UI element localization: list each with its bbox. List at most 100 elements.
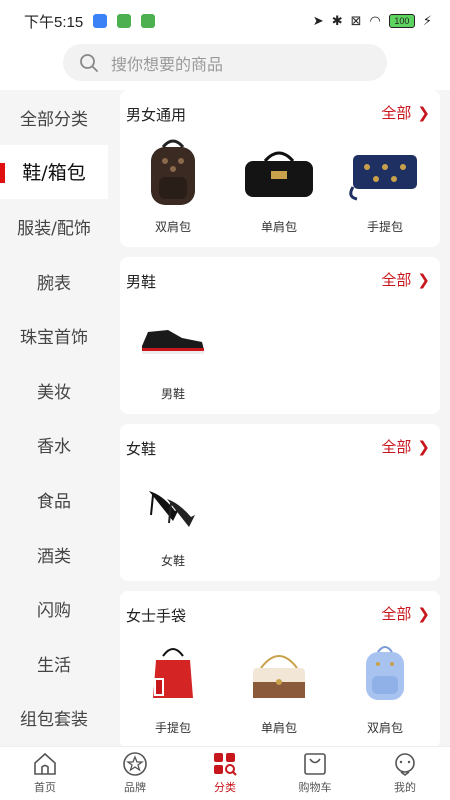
sidebar-item-shoes-bags[interactable]: 鞋/箱包 (0, 144, 108, 200)
view-all-label: 全部 (381, 438, 412, 456)
sidebar-item-jewelry[interactable]: 珠宝首饰 (0, 308, 108, 363)
location-icon: ➤ (312, 13, 324, 29)
item-label: 男鞋 (160, 387, 185, 401)
item-label: 双肩包 (366, 721, 403, 735)
view-all-label: 全部 (381, 271, 412, 289)
bucket-bag-icon (133, 633, 213, 711)
section-title: 女鞋 (126, 440, 157, 458)
bluetooth-icon: ✱ (331, 13, 343, 29)
section-title: 男鞋 (126, 273, 157, 291)
sidebar-item-label: 珠宝首饰 (20, 328, 88, 349)
product-category-item[interactable]: 单肩包 (226, 633, 332, 736)
item-label: 女鞋 (160, 554, 185, 568)
sidebar-item-label: 闪购 (37, 601, 71, 622)
product-category-item[interactable]: 双肩包 (120, 132, 226, 235)
status-right: ➤ ✱ ⊠ ◠ 100 ⚡ (313, 14, 432, 29)
view-all-link[interactable]: 全部 ❯ (381, 603, 430, 624)
sidebar-item-all[interactable]: 全部分类 (0, 90, 108, 145)
category-icon (214, 753, 237, 776)
sim-off-icon: ⊠ (350, 13, 362, 29)
section-card: 女鞋 全部 ❯ 女鞋 (120, 424, 440, 581)
sidebar-item-label: 服装/配饰 (17, 218, 91, 239)
sidebar-item-label: 香水 (37, 437, 71, 458)
backpack-icon (133, 132, 213, 210)
sidebar-item-watches[interactable]: 腕表 (0, 254, 108, 309)
tab-brand[interactable]: 品牌 (90, 747, 180, 800)
product-category-item[interactable]: 男鞋 (120, 299, 226, 402)
view-all-link[interactable]: 全部 ❯ (381, 269, 430, 290)
wifi-icon: ◠ (369, 13, 381, 29)
sidebar-item-clothing[interactable]: 服装/配饰 (0, 199, 108, 254)
tab-label: 首页 (34, 781, 56, 794)
backpack-icon (345, 633, 425, 711)
view-all-label: 全部 (381, 605, 412, 623)
sidebar-item-beauty[interactable]: 美妆 (0, 363, 108, 418)
tab-label: 购物车 (298, 781, 332, 794)
bottom-tab-bar: 首页 品牌 分类 购物车 我的 (0, 746, 450, 800)
tab-label: 品牌 (124, 781, 146, 794)
profile-icon (395, 753, 415, 776)
android-notification-icon (117, 14, 132, 28)
tab-category[interactable]: 分类 (180, 747, 270, 800)
pouch-icon (345, 132, 425, 210)
android-notification-icon (141, 14, 156, 28)
status-bar: 下午5:15 ➤ ✱ ⊠ ◠ 100 ⚡ (0, 0, 450, 42)
view-all-label: 全部 (381, 104, 412, 122)
tab-cart[interactable]: 购物车 (270, 747, 360, 800)
app-notification-icon (93, 14, 108, 28)
sneaker-icon (133, 299, 213, 377)
sidebar-item-label: 食品 (37, 491, 71, 512)
search-icon (80, 53, 98, 72)
item-label: 单肩包 (260, 220, 297, 234)
sidebar-item-label: 生活 (37, 655, 71, 676)
search-placeholder: 搜你想要的商品 (111, 54, 224, 74)
category-sidebar: 全部分类 鞋/箱包 服装/配饰 腕表 珠宝首饰 美妆 香水 食品 酒类 闪购 生… (0, 90, 108, 746)
sidebar-item-label: 组包套装 (20, 710, 88, 731)
home-icon (34, 752, 56, 775)
tab-home[interactable]: 首页 (0, 747, 90, 800)
tab-label: 我的 (394, 781, 416, 794)
category-content: 男女通用 全部 ❯ 双肩包 单肩包 手提包 男鞋 全部 ❯ 男鞋 女鞋 全部 ❯… (108, 90, 450, 746)
item-label: 单肩包 (260, 721, 297, 735)
tab-label: 分类 (214, 781, 236, 794)
duffel-bag-icon (239, 132, 319, 210)
section-title: 男女通用 (126, 106, 187, 124)
sidebar-item-life[interactable]: 生活 (0, 636, 108, 691)
star-icon (123, 752, 147, 776)
product-category-item[interactable]: 女鞋 (120, 466, 226, 569)
product-category-item[interactable]: 手提包 (120, 633, 226, 736)
sidebar-item-perfume[interactable]: 香水 (0, 418, 108, 473)
chevron-right-icon: ❯ (417, 103, 430, 122)
chevron-right-icon: ❯ (417, 604, 430, 623)
cart-icon (304, 753, 326, 775)
battery-icon: 100 (388, 14, 415, 28)
status-time: 下午5:15 (24, 13, 84, 31)
tab-profile[interactable]: 我的 (360, 747, 450, 800)
shoulder-bag-icon (239, 633, 319, 711)
section-card: 女士手袋 全部 ❯ 手提包 单肩包 双肩包 (120, 591, 440, 746)
view-all-link[interactable]: 全部 ❯ (381, 102, 430, 123)
sidebar-item-liquor[interactable]: 酒类 (0, 527, 108, 582)
sidebar-item-label: 腕表 (37, 273, 71, 294)
sidebar-item-flash-sale[interactable]: 闪购 (0, 581, 108, 636)
product-category-item[interactable]: 单肩包 (226, 132, 332, 235)
high-heels-icon (133, 466, 213, 544)
search-input[interactable]: 搜你想要的商品 (63, 44, 387, 81)
section-card: 男女通用 全部 ❯ 双肩包 单肩包 手提包 (120, 90, 440, 247)
sidebar-item-bundles[interactable]: 组包套装 (0, 691, 108, 746)
item-label: 手提包 (366, 220, 403, 234)
sidebar-item-label: 美妆 (37, 382, 71, 403)
sidebar-item-label: 鞋/箱包 (22, 162, 86, 185)
section-title: 女士手袋 (126, 607, 187, 625)
section-card: 男鞋 全部 ❯ 男鞋 (120, 257, 440, 414)
sidebar-item-label: 全部分类 (20, 109, 88, 130)
charging-icon: ⚡ (422, 13, 432, 29)
chevron-right-icon: ❯ (417, 270, 430, 289)
view-all-link[interactable]: 全部 ❯ (381, 436, 430, 457)
sidebar-item-food[interactable]: 食品 (0, 472, 108, 527)
sidebar-item-label: 酒类 (37, 546, 71, 567)
product-category-item[interactable]: 手提包 (332, 132, 438, 235)
product-category-item[interactable]: 双肩包 (332, 633, 438, 736)
item-label: 双肩包 (154, 220, 191, 234)
item-label: 手提包 (154, 721, 191, 735)
